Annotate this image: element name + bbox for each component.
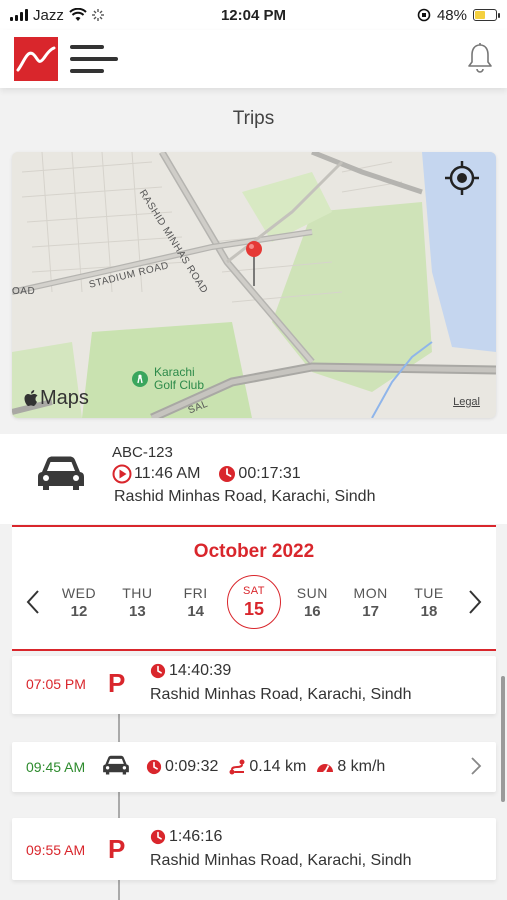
calendar-day-thu[interactable]: THU 13 — [110, 575, 164, 629]
golf-label-line1: Karachi — [154, 365, 195, 379]
current-trip-meta: 11:46 AM 00:17:31 — [112, 464, 319, 484]
clock-icon — [150, 663, 166, 679]
drive-duration-value: 0:09:32 — [165, 758, 219, 775]
clock-icon — [146, 759, 162, 775]
parking-icon: P — [108, 668, 126, 698]
location-pin-icon[interactable] — [244, 240, 264, 288]
car-icon — [38, 456, 84, 490]
status-left: Jazz — [10, 7, 104, 24]
scrollbar[interactable] — [501, 676, 505, 802]
current-address: Rashid Minhas Road, Karachi, Sindh — [114, 488, 376, 505]
drive-distance-value: 0.14 km — [249, 758, 307, 775]
parking-icon: P — [108, 834, 126, 864]
event-time: 07:05 PM — [26, 676, 86, 692]
calendar-day-wed[interactable]: WED 12 — [52, 575, 106, 629]
day-name: SUN — [296, 584, 328, 601]
calendar-day-sat[interactable]: SAT 15 — [226, 575, 281, 629]
car-icon — [103, 755, 129, 775]
orientation-lock-icon — [417, 8, 431, 22]
chevron-right-icon[interactable] — [470, 756, 482, 776]
clock-icon — [150, 829, 166, 845]
chevron-left-icon[interactable] — [24, 589, 42, 615]
day-date: 16 — [303, 602, 321, 620]
calendar-day-mon[interactable]: MON 17 — [344, 575, 398, 629]
calendar-day-tue[interactable]: TUE 18 — [402, 575, 456, 629]
day-date: 17 — [362, 602, 379, 620]
map-view[interactable]: RASHID MINHAS ROAD STADIUM ROAD OAD SAL … — [12, 152, 496, 418]
timeline-item-parking[interactable]: 07:05 PM P 14:40:39 Rashid Minhas Road, … — [12, 656, 496, 714]
day-name: SAT — [242, 584, 266, 597]
day-date: 12 — [70, 602, 88, 620]
play-circle-icon — [112, 464, 132, 484]
page-title: Trips — [232, 108, 275, 129]
clock-icon — [219, 466, 236, 482]
timeline-item-drive[interactable]: 09:45 AM 0:09:32 0.14 km 8 km/h — [12, 742, 496, 792]
parking-address: Rashid Minhas Road, Karachi, Sindh — [150, 852, 412, 869]
start-time-group: 11:46 AM — [112, 464, 200, 484]
speedometer-icon — [317, 764, 334, 774]
golf-label: Karachi Golf Club — [154, 366, 204, 392]
status-bar: Jazz 12:04 PM 48% — [0, 0, 507, 30]
vehicle-plate: ABC-123 — [112, 444, 173, 461]
calendar-day-sun[interactable]: SUN 16 — [285, 575, 339, 629]
duration-group: 00:17:31 — [218, 465, 301, 483]
app-logo-icon[interactable] — [14, 37, 58, 81]
maps-brand-text: Maps — [40, 387, 89, 409]
apple-maps-brand: Maps — [24, 387, 89, 410]
date-picker: October 2022 WED 12 THU 13 FRI 14 SAT 15 SUN 16 MO… — [12, 525, 496, 651]
day-name: THU — [122, 584, 153, 601]
trip-duration: 00:17:31 — [238, 465, 301, 482]
drive-distance: 0.14 km — [228, 758, 306, 776]
golf-club-poi[interactable]: Karachi Golf Club — [132, 366, 204, 392]
signal-icon — [10, 9, 28, 21]
day-date: 18 — [420, 602, 438, 620]
parking-duration: 14:40:39 — [150, 662, 231, 680]
drive-duration: 0:09:32 — [146, 758, 218, 776]
day-name: WED — [61, 584, 97, 601]
locate-me-icon[interactable] — [444, 160, 480, 196]
battery-icon — [473, 9, 500, 21]
event-time: 09:55 AM — [26, 842, 86, 858]
carrier-name: Jazz — [33, 6, 64, 24]
calendar-days: WED 12 THU 13 FRI 14 SAT 15 SUN 16 MON 17 TUE 18 — [52, 575, 456, 629]
status-right: 48% — [417, 6, 500, 24]
apple-logo-icon — [24, 390, 38, 406]
battery-percent: 48% — [436, 6, 467, 24]
drive-speed-value: 8 km/h — [337, 758, 386, 775]
parking-address: Rashid Minhas Road, Karachi, Sindh — [150, 686, 412, 703]
map-legal-link[interactable]: Legal — [453, 396, 480, 408]
timeline-item-parking[interactable]: 09:55 AM P 1:46:16 Rashid Minhas Road, K… — [12, 818, 496, 880]
day-name: TUE — [414, 584, 444, 601]
calendar-day-fri[interactable]: FRI 14 — [169, 575, 223, 629]
golf-icon — [132, 371, 148, 387]
map-road-label: OAD — [12, 286, 36, 297]
calendar-month: October 2022 — [193, 541, 315, 562]
day-date: 15 — [243, 598, 264, 619]
drive-speed: 8 km/h — [316, 758, 385, 776]
parking-duration: 1:46:16 — [150, 828, 222, 846]
drive-stats: 0:09:32 0.14 km 8 km/h — [146, 758, 395, 776]
golf-label-line2: Golf Club — [154, 378, 205, 392]
battery-fill — [475, 11, 485, 19]
day-date: 13 — [128, 602, 146, 620]
wifi-icon — [69, 8, 87, 21]
parking-duration-value: 1:46:16 — [169, 828, 223, 845]
day-name: MON — [353, 584, 388, 601]
hamburger-menu-icon[interactable] — [70, 41, 120, 77]
day-name: FRI — [183, 584, 208, 601]
event-time: 09:45 AM — [26, 759, 86, 775]
chevron-right-icon[interactable] — [466, 589, 484, 615]
app-header — [0, 30, 507, 88]
route-icon — [229, 759, 245, 775]
start-time: 11:46 AM — [134, 465, 201, 482]
bell-icon[interactable] — [465, 42, 495, 74]
parking-duration-value: 14:40:39 — [169, 662, 232, 679]
day-date: 14 — [187, 602, 204, 620]
current-trip-card[interactable]: ABC-123 11:46 AM 00:17:31 Rashid Minhas … — [0, 434, 507, 524]
loading-icon — [91, 9, 104, 21]
